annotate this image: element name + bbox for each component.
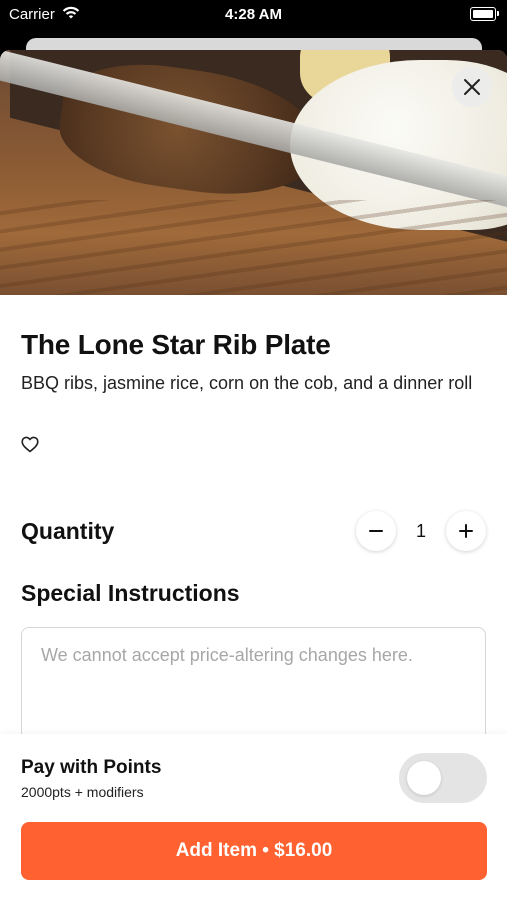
favorite-heart-icon[interactable]	[21, 436, 41, 456]
item-title: The Lone Star Rib Plate	[21, 329, 331, 360]
toggle-knob	[407, 761, 441, 795]
pay-with-points-toggle[interactable]	[399, 753, 487, 803]
decrease-quantity-button[interactable]	[356, 511, 396, 551]
battery-icon	[470, 7, 499, 21]
item-photo	[0, 50, 507, 295]
pay-with-points-label: Pay with Points	[21, 757, 162, 778]
add-item-button[interactable]: Add Item • $16.00	[21, 822, 487, 880]
checkout-panel: Pay with Points 2000pts + modifiers Add …	[0, 734, 507, 900]
special-instructions-label: Special Instructions	[21, 580, 240, 606]
special-instructions-input[interactable]	[41, 643, 461, 743]
quantity-label: Quantity	[21, 518, 115, 544]
plus-icon	[459, 524, 473, 538]
increase-quantity-button[interactable]	[446, 511, 486, 551]
status-bar: Carrier 4:28 AM	[0, 0, 507, 30]
close-icon	[464, 79, 480, 95]
pay-with-points-subtitle: 2000pts + modifiers	[21, 784, 144, 800]
minus-icon	[369, 530, 383, 532]
close-button[interactable]	[452, 67, 492, 107]
item-detail-sheet: The Lone Star Rib Plate BBQ ribs, jasmin…	[0, 50, 507, 900]
item-description: BBQ ribs, jasmine rice, corn on the cob,…	[21, 373, 473, 393]
quantity-value: 1	[415, 521, 426, 541]
status-time: 4:28 AM	[225, 6, 282, 23]
